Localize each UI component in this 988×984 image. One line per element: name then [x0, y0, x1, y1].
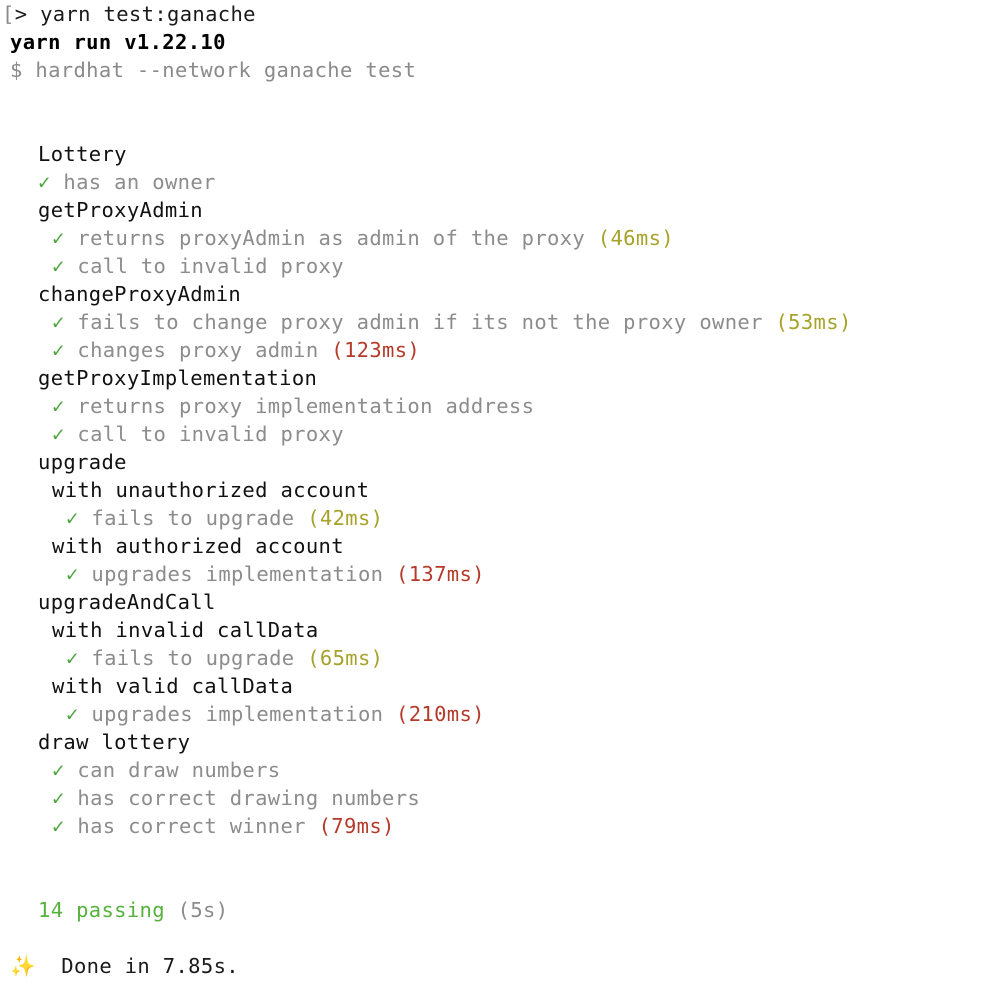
done-text: Done in 7.85s.: [61, 954, 239, 978]
test-name: call to invalid proxy: [77, 254, 344, 278]
test-result-row: ✓ call to invalid proxy: [52, 252, 344, 280]
check-icon: ✓: [66, 702, 79, 726]
check-icon: ✓: [52, 758, 65, 782]
check-icon: ✓: [52, 338, 65, 362]
suite-title: draw lottery: [38, 730, 191, 754]
test-result-row: ✓ has correct drawing numbers: [52, 784, 420, 812]
test-name: changes proxy admin: [77, 338, 319, 362]
test-name: has correct winner: [77, 814, 306, 838]
test-name: can draw numbers: [77, 758, 281, 782]
suite-title-root: Lottery: [38, 142, 127, 166]
test-result-row: ✓ fails to upgrade (65ms): [66, 644, 383, 672]
test-result-row: ✓ upgrades implementation (210ms): [66, 700, 485, 728]
check-icon: ✓: [52, 226, 65, 250]
check-icon: ✓: [66, 646, 79, 670]
suite-title: getProxyImplementation: [38, 366, 318, 390]
test-duration: (46ms): [597, 226, 674, 250]
suite-title: getProxyAdmin: [38, 198, 203, 222]
check-icon: ✓: [66, 506, 79, 530]
test-duration: (65ms): [307, 646, 384, 670]
terminal-window: [> yarn test:ganache yarn run v1.22.10 $…: [0, 0, 988, 984]
test-name: fails to upgrade: [91, 506, 295, 530]
check-icon: ✓: [52, 786, 65, 810]
test-result-row: ✓ has correct winner (79ms): [52, 812, 395, 840]
test-result-row: ✓ changes proxy admin (123ms): [52, 336, 420, 364]
test-duration: (210ms): [396, 702, 485, 726]
test-duration: (137ms): [396, 562, 485, 586]
suite-title: with valid callData: [52, 674, 294, 698]
suite-title: with authorized account: [52, 534, 344, 558]
check-icon: ✓: [66, 562, 79, 586]
test-result-row: ✓ fails to upgrade (42ms): [66, 504, 383, 532]
test-result-row: ✓ returns proxy implementation address: [52, 392, 534, 420]
check-icon: ✓: [52, 814, 65, 838]
test-name: upgrades implementation: [91, 702, 384, 726]
test-result-row: ✓ returns proxyAdmin as admin of the pro…: [52, 224, 674, 252]
suite-title: with unauthorized account: [52, 478, 370, 502]
test-name: fails to change proxy admin if its not t…: [77, 310, 763, 334]
check-icon: ✓: [38, 170, 51, 194]
test-name: returns proxy implementation address: [77, 394, 535, 418]
prompt-line: [> yarn test:ganache: [2, 0, 256, 28]
summary-line: 14 passing (5s): [38, 896, 228, 924]
passing-count: 14 passing: [38, 898, 165, 922]
prompt-bracket: [: [2, 2, 15, 26]
done-line: ✨ Done in 7.85s.: [10, 952, 239, 980]
sparkles-icon: ✨: [10, 954, 36, 978]
test-result-row: ✓ call to invalid proxy: [52, 420, 344, 448]
suite-title: with invalid callData: [52, 618, 319, 642]
test-name: upgrades implementation: [91, 562, 384, 586]
test-duration: (79ms): [318, 814, 395, 838]
test-name: fails to upgrade: [91, 646, 295, 670]
check-icon: ✓: [52, 254, 65, 278]
test-name: has correct drawing numbers: [77, 786, 421, 810]
test-duration: (123ms): [331, 338, 421, 362]
test-name: call to invalid proxy: [77, 422, 344, 446]
test-result-row: ✓ fails to change proxy admin if its not…: [52, 308, 852, 336]
test-result-row: ✓ upgrades implementation (137ms): [66, 560, 485, 588]
prompt-command: > yarn test:ganache: [14, 2, 256, 26]
total-duration: (5s): [177, 898, 229, 922]
test-duration: (42ms): [307, 506, 384, 530]
suite-title: changeProxyAdmin: [38, 282, 242, 306]
test-result-row: ✓ can draw numbers: [52, 756, 280, 784]
check-icon: ✓: [52, 422, 65, 446]
check-icon: ✓: [52, 310, 65, 334]
yarn-version-line: yarn run v1.22.10: [10, 30, 226, 54]
suite-title: upgradeAndCall: [38, 590, 216, 614]
check-icon: ✓: [52, 394, 65, 418]
test-duration: (53ms): [775, 310, 852, 334]
test-result-row: ✓ has an owner: [38, 168, 216, 196]
test-name: returns proxyAdmin as admin of the proxy: [77, 226, 586, 250]
test-name: has an owner: [63, 170, 216, 194]
hardhat-command-line: $ hardhat --network ganache test: [10, 58, 417, 82]
suite-title: upgrade: [38, 450, 127, 474]
